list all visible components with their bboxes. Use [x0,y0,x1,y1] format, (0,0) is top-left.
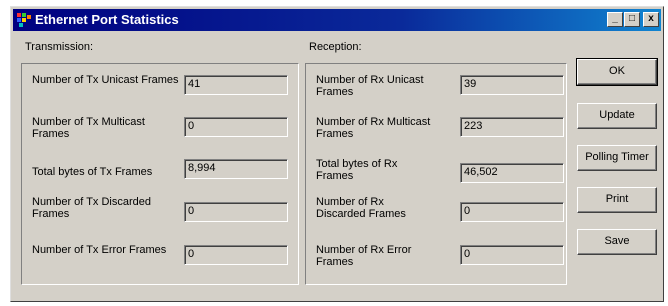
tx-discarded-label: Number of Tx Discarded Frames [32,196,152,220]
tx-error-field: 0 [184,245,288,265]
reception-group: Number of Rx Unicast Frames 39 Number of… [305,63,567,285]
window-title: Ethernet Port Statistics [35,12,179,27]
print-button[interactable]: Print [577,187,657,213]
reception-group-title: Reception: [308,41,363,53]
tx-discarded-field: 0 [184,202,288,222]
title-bar[interactable]: Ethernet Port Statistics _ □ x [13,9,661,31]
app-icon [17,13,31,27]
rx-error-label: Number of Rx Error Frames [316,244,412,268]
minimize-icon[interactable]: _ [607,12,623,27]
transmission-group-title: Transmission: [24,41,95,53]
tx-multicast-label: Number of Tx Multicast Frames [32,116,145,140]
polling-timer-button[interactable]: Polling Timer [577,145,657,171]
tx-error-label: Number of Tx Error Frames [32,244,167,256]
rx-multicast-field: 223 [460,117,564,137]
tx-unicast-field: 41 [184,75,288,95]
rx-unicast-label: Number of Rx Unicast Frames [316,74,424,98]
rx-discarded-field: 0 [460,202,564,222]
rx-discarded-label: Number of Rx Discarded Frames [316,196,406,220]
maximize-icon[interactable]: □ [624,12,640,27]
rx-unicast-field: 39 [460,75,564,95]
save-button[interactable]: Save [577,229,657,255]
rx-total-bytes-field: 46,502 [460,163,564,183]
update-button[interactable]: Update [577,103,657,129]
rx-multicast-label: Number of Rx Multicast Frames [316,116,431,140]
tx-total-bytes-field: 8,994 [184,159,288,179]
rx-error-field: 0 [460,245,564,265]
tx-total-bytes-label: Total bytes of Tx Frames [32,166,153,178]
tx-unicast-label: Number of Tx Unicast Frames [32,74,179,86]
close-icon[interactable]: x [643,12,659,27]
tx-multicast-field: 0 [184,117,288,137]
ok-button[interactable]: OK [576,58,658,86]
ethernet-port-statistics-dialog: Ethernet Port Statistics _ □ x Transmiss… [10,6,664,302]
transmission-group: Number of Tx Unicast Frames 41 Number of… [21,63,299,285]
rx-total-bytes-label: Total bytes of Rx Frames [316,158,398,182]
